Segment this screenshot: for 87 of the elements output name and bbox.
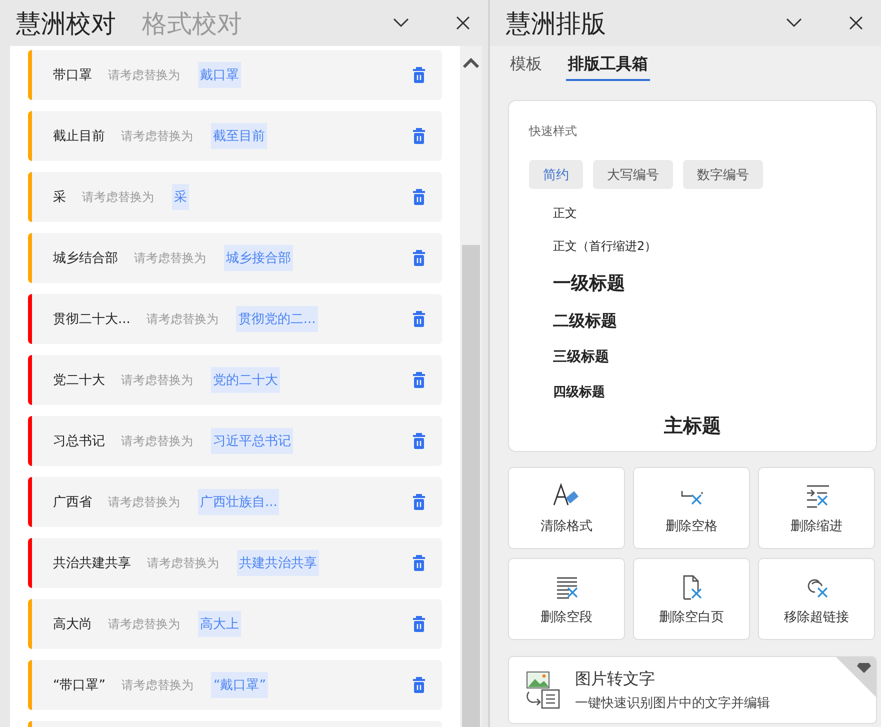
suggestion-card[interactable]: 共治共建共享 请考虑替换为 共建共治共享 bbox=[28, 538, 442, 588]
hint-text: 请考虑替换为 bbox=[121, 372, 193, 388]
hint-text: 请考虑替换为 bbox=[121, 676, 194, 694]
original-text: 带口罩 bbox=[53, 67, 92, 84]
original-text: 高大尚 bbox=[53, 616, 92, 633]
delete-button[interactable] bbox=[412, 433, 426, 449]
suggestion-card[interactable]: 高大尚 请考虑替换为 高大上 bbox=[28, 599, 442, 649]
style-option[interactable]: 一级标题 bbox=[553, 263, 876, 303]
style-option[interactable]: 三级标题 bbox=[553, 339, 876, 374]
suggestion-card[interactable]: 采 请考虑替换为 采 bbox=[28, 172, 442, 222]
tab[interactable]: 模板 bbox=[508, 54, 544, 81]
hint-text: 请考虑替换为 bbox=[147, 554, 219, 572]
scroll-up-button[interactable] bbox=[462, 56, 480, 70]
tool-button[interactable]: 删除缩进 bbox=[758, 467, 875, 549]
caret-up-icon bbox=[462, 56, 480, 70]
hint-text: 请考虑替换为 bbox=[146, 310, 218, 328]
collapse-icon bbox=[786, 18, 802, 28]
hint-text: 请考虑替换为 bbox=[82, 188, 154, 206]
trash-icon bbox=[412, 677, 426, 693]
style-option[interactable]: 二级标题 bbox=[553, 303, 876, 339]
delete-button[interactable] bbox=[412, 494, 426, 510]
delete-button[interactable] bbox=[412, 311, 426, 327]
feature-title: 图片转文字 bbox=[575, 668, 656, 690]
delete-button[interactable] bbox=[412, 128, 426, 144]
collapse-icon bbox=[393, 18, 409, 28]
tool-button[interactable]: 移除超链接 bbox=[758, 558, 875, 640]
tab[interactable]: 排版工具箱 bbox=[566, 54, 650, 81]
style-option[interactable]: 正文 bbox=[553, 197, 876, 230]
delete-button[interactable] bbox=[412, 189, 426, 205]
image-to-text-button[interactable]: 图片转文字 一键快速识别图片中的文字并编辑 bbox=[508, 656, 877, 724]
suggestion-card[interactable]: 带口罩 请考虑替换为 戴口罩 bbox=[28, 50, 442, 100]
feature-description: 一键快速识别图片中的文字并编辑 bbox=[575, 694, 770, 712]
hint-text: 请考虑替换为 bbox=[121, 432, 193, 450]
scrollbar[interactable] bbox=[460, 46, 482, 727]
style-preset-button[interactable]: 大写编号 bbox=[593, 160, 673, 189]
trash-icon bbox=[412, 189, 426, 205]
trash-icon bbox=[412, 616, 426, 632]
delete-button[interactable] bbox=[412, 250, 426, 266]
style-option[interactable]: 主标题 bbox=[553, 409, 876, 443]
trash-icon bbox=[412, 311, 426, 327]
original-text: 城乡结合部 bbox=[53, 250, 118, 267]
delete-button[interactable] bbox=[412, 677, 426, 693]
original-text: 贯彻二十大... bbox=[53, 311, 130, 328]
hint-text: 请考虑替换为 bbox=[108, 616, 180, 632]
delete-button[interactable] bbox=[412, 372, 426, 388]
close-icon bbox=[456, 16, 470, 30]
trash-icon bbox=[412, 494, 426, 510]
panel-tab[interactable]: 慧洲校对 bbox=[16, 6, 116, 40]
delete-button[interactable] bbox=[412, 555, 426, 571]
suggestion-card[interactable]: 习总书记 请考虑替换为 习近平总书记 bbox=[28, 416, 442, 466]
trash-icon bbox=[412, 372, 426, 388]
style-preset-button[interactable]: 数字编号 bbox=[683, 160, 763, 189]
suggestion-card[interactable]: 广西省 请考虑替换为 广西壮族自... bbox=[28, 477, 442, 527]
hint-text: 请考虑替换为 bbox=[134, 250, 206, 266]
trash-icon bbox=[412, 67, 426, 83]
suggestion-card[interactable]: 城乡结合部 请考虑替换为 城乡接合部 bbox=[28, 233, 442, 283]
style-option[interactable]: 正文（首行缩进2） bbox=[553, 230, 876, 263]
original-text: 截止目前 bbox=[53, 128, 105, 145]
original-text: 共治共建共享 bbox=[53, 555, 131, 572]
original-text: 习总书记 bbox=[53, 433, 105, 450]
trash-icon bbox=[412, 555, 426, 571]
scroll-thumb[interactable] bbox=[462, 245, 480, 727]
hint-text: 请考虑替换为 bbox=[108, 494, 180, 510]
hint-text: 请考虑替换为 bbox=[121, 128, 193, 144]
original-text: 采 bbox=[53, 189, 66, 206]
suggestion-card[interactable]: 党二十大 请考虑替换为 党的二十大 bbox=[28, 355, 442, 405]
suggestion-card[interactable]: 贯彻二十大... 请考虑替换为 贯彻党的二... bbox=[28, 294, 442, 344]
tool-button[interactable]: 清除格式 bbox=[508, 467, 625, 549]
section-heading: 快速样式 bbox=[529, 123, 578, 140]
hint-text: 请考虑替换为 bbox=[108, 66, 180, 84]
original-text: 党二十大 bbox=[53, 372, 105, 389]
trash-icon bbox=[412, 250, 426, 266]
tool-button[interactable]: 删除空段 bbox=[508, 558, 625, 640]
delete-button[interactable] bbox=[412, 616, 426, 632]
original-text: “带口罩” bbox=[53, 677, 106, 694]
tool-button[interactable]: 删除空格 bbox=[633, 467, 750, 549]
style-option[interactable]: 四级标题 bbox=[553, 374, 876, 409]
suggestion-card[interactable]: “带口罩” 请考虑替换为 “戴口罩” bbox=[28, 660, 442, 710]
style-preset-button[interactable]: 简约 bbox=[529, 160, 583, 189]
trash-icon bbox=[412, 128, 426, 144]
original-text: 广西省 bbox=[53, 494, 92, 511]
panel-title: 慧洲排版 bbox=[506, 8, 606, 40]
delete-button[interactable] bbox=[412, 67, 426, 83]
tool-button[interactable]: 删除空白页 bbox=[633, 558, 750, 640]
close-icon bbox=[849, 16, 863, 30]
suggestion-card[interactable]: 截止目前 请考虑替换为 截至目前 bbox=[28, 111, 442, 161]
trash-icon bbox=[412, 433, 426, 449]
